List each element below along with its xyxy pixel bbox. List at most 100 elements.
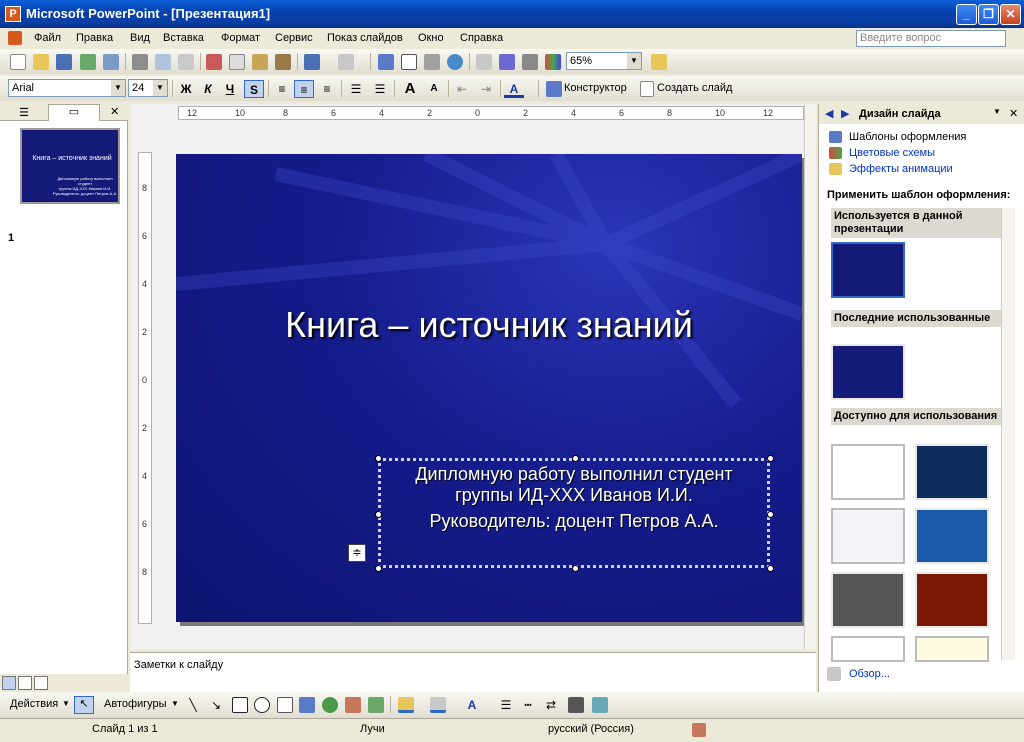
- format-painter-icon[interactable]: [275, 54, 291, 70]
- normal-view-icon[interactable]: [2, 676, 16, 690]
- clipart-icon[interactable]: [345, 697, 361, 713]
- numbering-icon[interactable]: ☰: [346, 80, 366, 98]
- line-color-icon[interactable]: [430, 697, 446, 713]
- document-icon[interactable]: [8, 31, 22, 45]
- link-animation[interactable]: Эффекты анимации: [849, 163, 953, 175]
- menu-tools[interactable]: Сервис: [275, 32, 313, 44]
- decrease-font-icon[interactable]: A: [424, 80, 444, 98]
- slide-title[interactable]: Книга – источник знаний: [176, 304, 802, 346]
- template-thumbnail[interactable]: [831, 572, 905, 628]
- template-thumbnail[interactable]: [915, 572, 989, 628]
- new-icon[interactable]: [10, 54, 26, 70]
- new-slide-button[interactable]: Создать слайд: [657, 82, 732, 94]
- shadow-style-icon[interactable]: [568, 697, 584, 713]
- help-icon[interactable]: [651, 54, 667, 70]
- open-icon[interactable]: [33, 54, 49, 70]
- actions-menu[interactable]: Действия: [10, 698, 58, 710]
- color-grayscale-icon[interactable]: [545, 54, 561, 70]
- menu-slideshow[interactable]: Показ слайдов: [327, 32, 403, 44]
- line-style-icon[interactable]: ☰: [496, 696, 516, 714]
- chevron-down-icon[interactable]: ▼: [993, 107, 1001, 116]
- link-color-schemes[interactable]: Цветовые схемы: [849, 147, 935, 159]
- subtitle-placeholder[interactable]: Дипломную работу выполнил студент группы…: [375, 455, 774, 572]
- menu-insert[interactable]: Вставка: [163, 32, 204, 44]
- template-thumbnail[interactable]: [831, 344, 905, 400]
- email-icon[interactable]: [103, 54, 119, 70]
- autoshapes-menu[interactable]: Автофигуры: [104, 698, 167, 710]
- tables-borders-icon[interactable]: [424, 54, 440, 70]
- new-slide-icon[interactable]: [640, 81, 654, 97]
- font-size-select[interactable]: 24 ▼: [128, 79, 168, 97]
- zoom-select[interactable]: 65% ▼: [566, 52, 642, 70]
- fill-color-icon[interactable]: [398, 697, 414, 713]
- increase-indent-icon[interactable]: ⇥: [476, 80, 496, 98]
- slide-thumbnail[interactable]: Книга – источник знаний Дипломную работу…: [20, 128, 120, 204]
- save-icon[interactable]: [56, 54, 72, 70]
- line-tool-icon[interactable]: ╲: [183, 696, 203, 714]
- resize-handle[interactable]: [767, 455, 774, 462]
- resize-handle[interactable]: [572, 565, 579, 572]
- rectangle-tool-icon[interactable]: [232, 697, 248, 713]
- template-thumbnail[interactable]: [831, 508, 905, 564]
- bold-button[interactable]: Ж: [176, 80, 196, 98]
- hyperlink-icon[interactable]: [447, 54, 463, 70]
- insert-table-icon[interactable]: [401, 54, 417, 70]
- designer-button[interactable]: Конструктор: [564, 82, 627, 94]
- menu-help[interactable]: Справка: [460, 32, 503, 44]
- menu-format[interactable]: Формат: [221, 32, 260, 44]
- cut-icon[interactable]: [206, 54, 222, 70]
- underline-button[interactable]: Ч: [220, 80, 240, 98]
- copy-icon[interactable]: [229, 54, 245, 70]
- template-thumbnail[interactable]: [831, 444, 905, 500]
- align-center-icon[interactable]: ≡: [294, 80, 314, 98]
- diagram-icon[interactable]: [322, 697, 338, 713]
- template-thumbnail[interactable]: [831, 242, 905, 298]
- resize-handle[interactable]: [375, 565, 382, 572]
- picture-icon[interactable]: [368, 697, 384, 713]
- spelling-icon[interactable]: [178, 54, 194, 70]
- shadow-button[interactable]: S: [244, 80, 264, 98]
- resize-handle[interactable]: [767, 565, 774, 572]
- select-pointer-icon[interactable]: ↖: [74, 696, 94, 714]
- design-icon[interactable]: [546, 81, 562, 97]
- resize-handle[interactable]: [572, 455, 579, 462]
- paste-icon[interactable]: [252, 54, 268, 70]
- wordart-icon[interactable]: [299, 697, 315, 713]
- template-thumbnail[interactable]: [915, 508, 989, 564]
- print-preview-icon[interactable]: [155, 54, 171, 70]
- permission-icon[interactable]: [80, 54, 96, 70]
- show-formatting-icon[interactable]: [499, 54, 515, 70]
- arrow-style-icon[interactable]: ⇄: [541, 696, 561, 714]
- back-icon[interactable]: ◀: [825, 107, 833, 120]
- dash-style-icon[interactable]: ┅: [518, 696, 538, 714]
- menu-file[interactable]: Файл: [34, 32, 61, 44]
- menu-view[interactable]: Вид: [130, 32, 150, 44]
- link-browse[interactable]: Обзор...: [849, 668, 890, 680]
- workspace-scrollbar[interactable]: [804, 104, 816, 650]
- minimize-button[interactable]: _: [956, 4, 977, 25]
- help-search-input[interactable]: Введите вопрос: [856, 30, 1006, 47]
- 3d-style-icon[interactable]: [592, 697, 608, 713]
- bullets-icon[interactable]: ☰: [370, 80, 390, 98]
- resize-handle[interactable]: [375, 511, 382, 518]
- font-select[interactable]: Arial ▼: [8, 79, 126, 97]
- arrow-tool-icon[interactable]: ↘: [206, 696, 226, 714]
- autofit-icon[interactable]: ≑: [348, 544, 366, 562]
- notes-pane[interactable]: Заметки к слайду: [130, 652, 816, 692]
- textbox-tool-icon[interactable]: [277, 697, 293, 713]
- template-thumbnail[interactable]: [831, 636, 905, 662]
- show-grid-icon[interactable]: [522, 54, 538, 70]
- close-pane-icon[interactable]: ✕: [110, 105, 119, 118]
- italic-button[interactable]: К: [198, 80, 218, 98]
- tab-outline[interactable]: ☰: [8, 106, 40, 119]
- close-button[interactable]: ✕: [1000, 4, 1021, 25]
- print-icon[interactable]: [132, 54, 148, 70]
- slide-sorter-icon[interactable]: [18, 676, 32, 690]
- increase-font-icon[interactable]: A: [400, 80, 420, 98]
- tab-slides[interactable]: ▭: [48, 104, 100, 121]
- resize-handle[interactable]: [375, 455, 382, 462]
- undo-icon[interactable]: [304, 54, 320, 70]
- slideshow-icon[interactable]: [34, 676, 48, 690]
- template-thumbnail[interactable]: [915, 444, 989, 500]
- insert-chart-icon[interactable]: [378, 54, 394, 70]
